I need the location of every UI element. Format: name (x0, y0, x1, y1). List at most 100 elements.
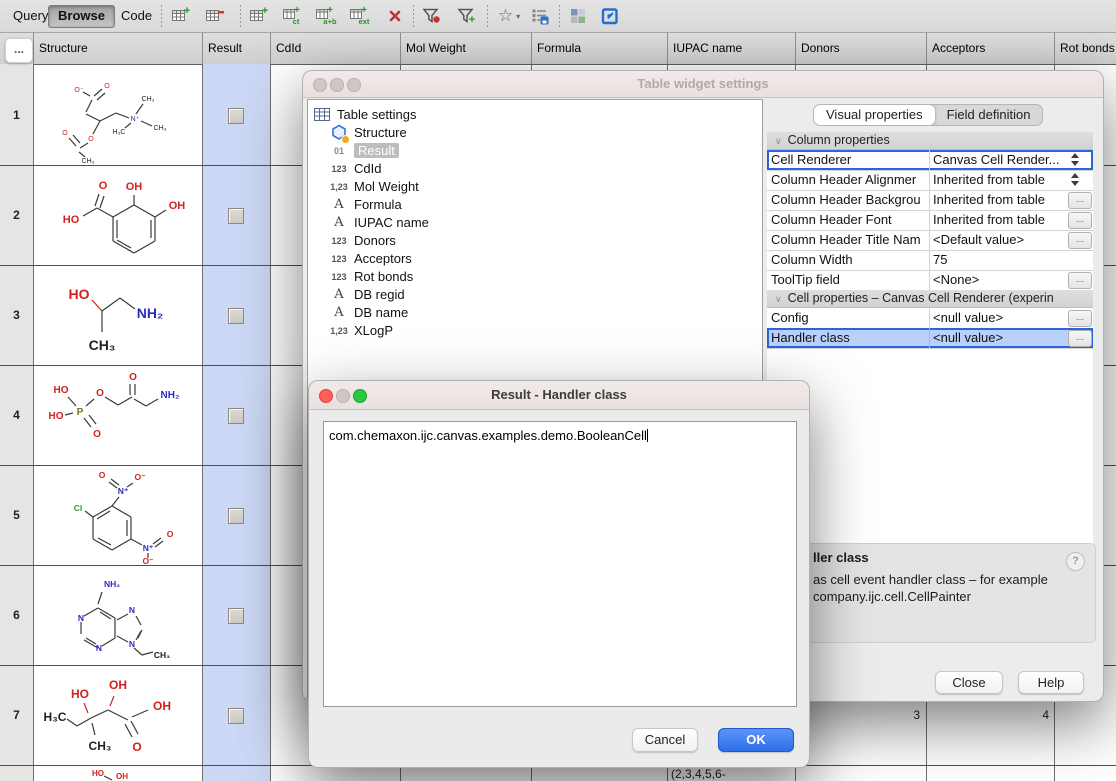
result-checkbox[interactable] (228, 108, 244, 124)
row-number[interactable]: 3 (0, 265, 33, 365)
row-number[interactable]: 2 (0, 165, 33, 265)
delete-icon[interactable] (383, 5, 407, 27)
tree-item-formula[interactable]: A Formula (328, 196, 402, 213)
ellipsis-button[interactable]: … (1068, 310, 1092, 327)
result-checkbox[interactable] (228, 608, 244, 624)
column-header-formula[interactable]: Formula (531, 33, 667, 64)
property-row-cell-renderer[interactable]: Cell Renderer Canvas Cell Render... (767, 150, 1093, 171)
tab-visual-properties[interactable]: Visual properties (813, 104, 936, 126)
stepper-icon[interactable] (1068, 152, 1090, 167)
ellipsis-button[interactable]: … (1068, 272, 1092, 289)
column-header-cdid[interactable]: CdId (270, 33, 400, 64)
ellipsis-button[interactable]: … (1068, 330, 1092, 347)
tree-item-donors[interactable]: 123 Donors (328, 232, 396, 249)
row-number[interactable]: 1 (0, 65, 33, 165)
tab-browse[interactable]: Browse (48, 5, 115, 28)
section-cell-properties[interactable]: ∨Cell properties – Canvas Cell Renderer … (767, 290, 1093, 308)
tree-item-acceptors[interactable]: 123 Acceptors (328, 250, 412, 267)
filter-query-icon[interactable] (420, 5, 444, 27)
add-extra-field-icon[interactable]: +ext (349, 5, 373, 27)
close-button[interactable]: Close (935, 671, 1003, 694)
ellipsis-button[interactable]: … (1068, 232, 1092, 249)
tree-item-table-settings[interactable]: Table settings (313, 106, 417, 123)
row-number[interactable]: 4 (0, 365, 33, 465)
tree-item-cdid[interactable]: 123 CdId (328, 160, 381, 177)
column-header-acceptors[interactable]: Acceptors (926, 33, 1054, 64)
tree-item-result[interactable]: 01 Result (328, 142, 399, 159)
column-header-donors[interactable]: Donors (795, 33, 926, 64)
svg-text:N: N (129, 639, 135, 649)
result-checkbox[interactable] (228, 508, 244, 524)
column-header-result[interactable]: Result (202, 33, 270, 64)
grid-corner-menu-button[interactable]: ... (5, 38, 33, 63)
favorites-star-icon[interactable]: ☆▾ (492, 5, 526, 27)
handler-class-textarea[interactable]: com.chemaxon.ijc.canvas.examples.demo.Bo… (323, 421, 797, 707)
edit-export-icon[interactable] (598, 5, 622, 27)
property-row-column-header-background[interactable]: Column Header Backgrou Inherited from ta… (767, 190, 1093, 211)
cell-iupac-row8[interactable]: (2,3,4,5,6- (671, 767, 791, 781)
dialog-titlebar[interactable]: Result - Handler class (309, 381, 809, 410)
save-table-icon[interactable] (528, 5, 552, 27)
property-row-column-width[interactable]: Column Width 75 (767, 250, 1093, 271)
zoom-window-icon[interactable] (347, 78, 361, 92)
minimize-window-icon[interactable] (336, 389, 350, 403)
tree-item-structure[interactable]: Structure (328, 124, 407, 141)
row-number[interactable] (0, 765, 33, 781)
tab-field-definition[interactable]: Field definition (935, 105, 1043, 125)
property-row-tooltip-field[interactable]: ToolTip field <None> … (767, 270, 1093, 291)
column-header-iupac-name[interactable]: IUPAC name (667, 33, 795, 64)
add-data-tree-icon[interactable]: + (169, 5, 193, 27)
dialog-titlebar[interactable]: Table widget settings (303, 71, 1103, 98)
add-calculated-field-icon[interactable]: +a+b (315, 5, 339, 27)
row-number[interactable]: 6 (0, 565, 33, 665)
svg-text:O: O (129, 372, 137, 383)
result-checkbox[interactable] (228, 308, 244, 324)
tab-code[interactable]: Code (112, 5, 161, 26)
column-header-rot-bonds[interactable]: Rot bonds (1054, 33, 1116, 64)
help-button[interactable]: Help (1018, 671, 1084, 694)
property-row-config[interactable]: Config <null value> … (767, 308, 1093, 329)
tree-item-iupac-name[interactable]: A IUPAC name (328, 214, 429, 231)
result-checkbox[interactable] (228, 708, 244, 724)
row-number[interactable]: 7 (0, 665, 33, 765)
cell-donors-row7[interactable]: 3 (796, 702, 920, 728)
property-row-handler-class[interactable]: Handler class <null value> … (767, 328, 1093, 349)
ellipsis-button[interactable]: … (1068, 192, 1092, 209)
column-header-structure[interactable]: Structure (33, 33, 202, 64)
close-window-icon[interactable] (319, 389, 333, 403)
cancel-button[interactable]: Cancel (632, 728, 698, 752)
add-field-icon[interactable]: + (247, 5, 271, 27)
minimize-window-icon[interactable] (330, 78, 344, 92)
close-window-icon[interactable] (313, 78, 327, 92)
tree-item-db-name[interactable]: A DB name (328, 304, 408, 321)
column-header-mol-weight[interactable]: Mol Weight (400, 33, 531, 64)
svg-text:CH₃: CH₃ (89, 337, 116, 353)
tree-item-db-regid[interactable]: A DB regid (328, 286, 405, 303)
property-row-column-header-title[interactable]: Column Header Title Nam <Default value> … (767, 230, 1093, 251)
property-row-column-header-font[interactable]: Column Header Font Inherited from table … (767, 210, 1093, 231)
chevron-down-icon: ∨ (767, 136, 788, 146)
property-row-column-header-alignment[interactable]: Column Header Alignmer Inherited from ta… (767, 170, 1093, 191)
result-checkbox[interactable] (228, 408, 244, 424)
svg-text:HO: HO (54, 385, 69, 396)
ok-button[interactable]: OK (718, 728, 794, 752)
tree-item-xlogp[interactable]: 1,23 XLogP (328, 322, 393, 339)
result-checkbox[interactable] (228, 208, 244, 224)
ellipsis-button[interactable]: … (1068, 212, 1092, 229)
add-chemical-terms-field-icon[interactable]: +ct (281, 5, 305, 27)
cell-acceptors-row7[interactable]: 4 (927, 702, 1049, 728)
zoom-window-icon[interactable] (353, 389, 367, 403)
tree-item-rot-bonds[interactable]: 123 Rot bonds (328, 268, 413, 285)
tree-item-mol-weight[interactable]: 1,23 Mol Weight (328, 178, 419, 195)
add-filter-icon[interactable]: + (455, 5, 479, 27)
svg-text:O: O (132, 740, 141, 754)
widgets-grid-icon[interactable] (566, 5, 590, 27)
help-icon[interactable]: ? (1066, 552, 1085, 571)
application-window: Query Browse Code + + +ct +a+b +ext (0, 0, 1116, 781)
section-column-properties[interactable]: ∨Column properties (767, 132, 1093, 150)
remove-data-tree-icon[interactable] (203, 5, 227, 27)
stepper-icon[interactable] (1068, 172, 1090, 187)
row-number[interactable]: 5 (0, 465, 33, 565)
structure-hexagon-icon (328, 124, 350, 142)
svg-text:O⁻: O⁻ (134, 472, 146, 482)
